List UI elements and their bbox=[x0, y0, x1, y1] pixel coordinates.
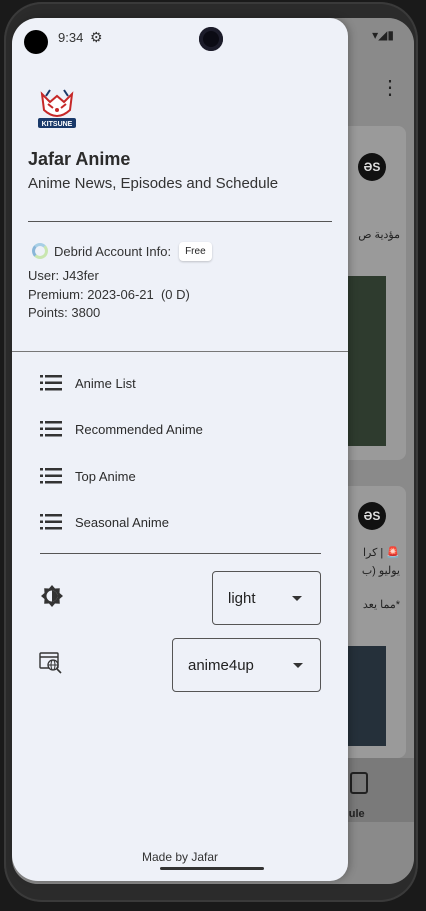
front-camera bbox=[199, 27, 223, 51]
user-info: User: J43fer bbox=[28, 268, 99, 283]
brightness-icon bbox=[41, 585, 63, 607]
theme-value: light bbox=[228, 590, 256, 607]
kitsune-logo: KITSUNE bbox=[38, 89, 76, 128]
status-bar: 9:34 ⚙ bbox=[12, 18, 348, 56]
plan-badge[interactable]: Free bbox=[179, 241, 212, 261]
debrid-label: Debrid Account Info: bbox=[54, 243, 172, 259]
more-options-icon: ⋮ bbox=[380, 77, 400, 99]
source-dropdown[interactable]: anime4up bbox=[172, 638, 321, 692]
nav-label: Top Anime bbox=[75, 468, 136, 484]
channel-logo: ƏS bbox=[358, 153, 386, 181]
status-time: 9:34 bbox=[58, 30, 84, 45]
home-indicator[interactable] bbox=[160, 867, 264, 870]
loading-spinner-icon bbox=[32, 243, 48, 259]
list-icon bbox=[40, 514, 62, 530]
debrid-account-row: Debrid Account Info: Free bbox=[32, 240, 212, 262]
list-icon bbox=[40, 421, 62, 437]
app-title: Jafar Anime bbox=[28, 149, 131, 169]
logo-text: KITSUNE bbox=[42, 121, 73, 128]
nav-item-anime-list[interactable]: Anime List bbox=[12, 363, 348, 403]
source-value: anime4up bbox=[188, 657, 254, 674]
card-image bbox=[348, 276, 386, 446]
divider bbox=[40, 553, 321, 554]
nav-label: Seasonal Anime bbox=[75, 514, 169, 530]
app-subtitle: Anime News, Episodes and Schedule bbox=[28, 175, 279, 192]
points-info: Points: 3800 bbox=[28, 305, 101, 320]
nav-item-top-anime[interactable]: Top Anime bbox=[12, 456, 348, 496]
channel-logo: ƏS bbox=[358, 502, 386, 530]
list-icon bbox=[40, 375, 62, 391]
schedule-icon bbox=[350, 772, 368, 794]
navigation-drawer: 9:34 ⚙ KITSUNE Jafar Anime Anime News, E… bbox=[12, 18, 348, 881]
gear-icon: ⚙ bbox=[90, 29, 103, 45]
footer-credit: Made by Jafar bbox=[141, 850, 219, 864]
nav-label: Anime List bbox=[75, 375, 136, 391]
divider bbox=[28, 221, 332, 222]
nav-item-seasonal-anime[interactable]: Seasonal Anime bbox=[12, 502, 348, 542]
chevron-down-icon bbox=[293, 663, 303, 668]
chevron-down-icon bbox=[292, 596, 302, 601]
divider bbox=[12, 351, 348, 352]
status-icons: ▾◢▮ bbox=[372, 28, 394, 42]
nav-label: Recommended Anime bbox=[75, 421, 203, 437]
camera-hole bbox=[24, 30, 48, 54]
theme-dropdown[interactable]: light bbox=[212, 571, 321, 625]
nav-item-recommended-anime[interactable]: Recommended Anime bbox=[12, 409, 348, 449]
card-image bbox=[348, 646, 386, 746]
premium-info: Premium: 2023-06-21 (0 D) bbox=[28, 287, 190, 302]
language-icon bbox=[39, 652, 62, 674]
list-icon bbox=[40, 468, 62, 484]
